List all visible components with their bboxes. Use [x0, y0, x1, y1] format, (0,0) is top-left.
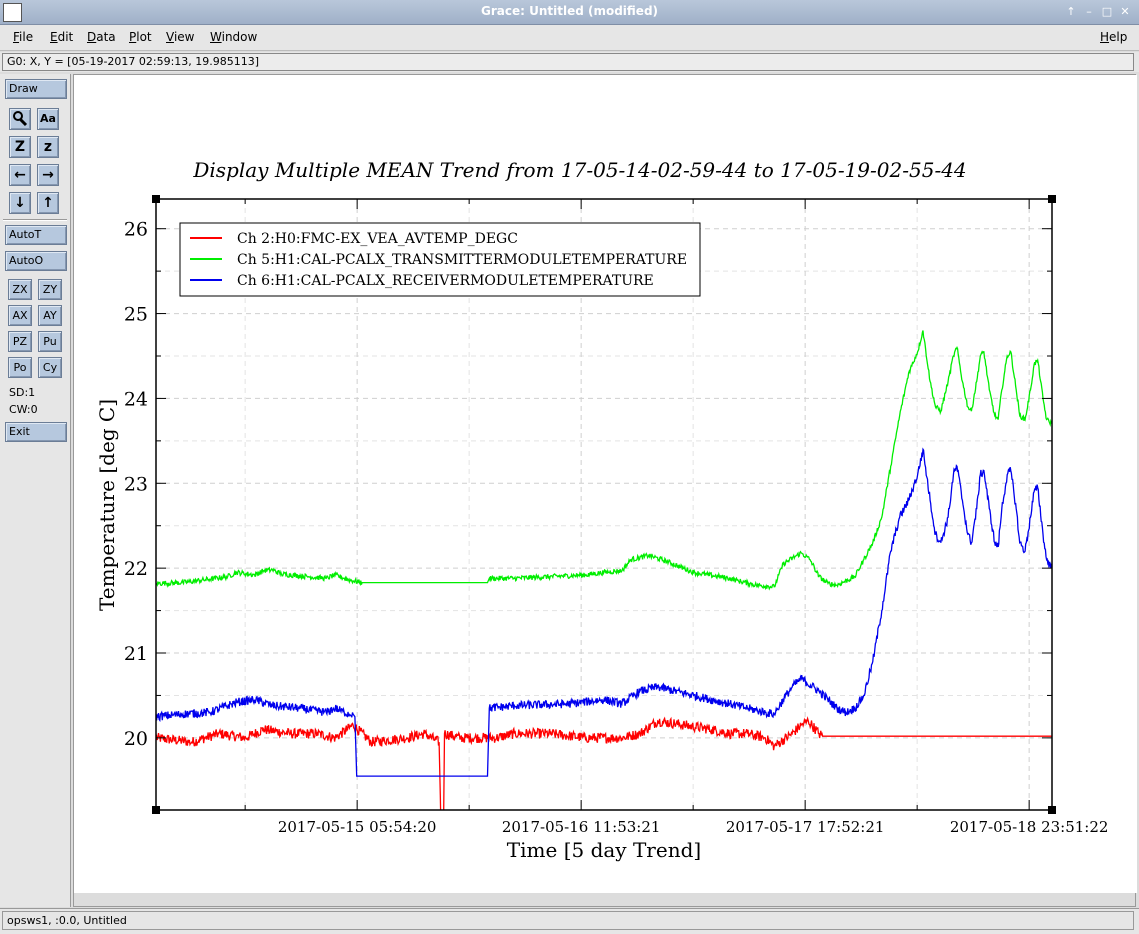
- zoom-magnifier-icon[interactable]: [9, 108, 31, 130]
- legend-entry: Ch 5:H1:CAL-PCALX_TRANSMITTERMODULETEMPE…: [237, 252, 687, 268]
- window-maximize-icon[interactable]: □: [1100, 4, 1114, 19]
- legend: Ch 2:H0:FMC-EX_VEA_AVTEMP_DEGC Ch 5:H1:CA…: [179, 222, 701, 297]
- y-axis-label: Temperature [deg C]: [95, 399, 119, 611]
- ax-button[interactable]: AX: [8, 305, 32, 326]
- locator-bar: G0: X, Y = [05-19-2017 02:59:13, 19.9851…: [0, 52, 1139, 72]
- magnifier-glyph: [13, 111, 28, 127]
- y-tick-label: 23: [124, 473, 148, 495]
- x-tick-label: 2017-05-17 17:52:21: [726, 818, 885, 836]
- x-tick-label: 2017-05-18 23:51:22: [950, 818, 1109, 836]
- y-tick-label: 25: [124, 304, 148, 326]
- scroll-left-icon[interactable]: ←: [9, 164, 31, 186]
- plot-page: [74, 75, 1137, 893]
- y-tick-label: 24: [124, 388, 148, 410]
- menu-label: indow: [221, 30, 258, 44]
- y-tick-label: 20: [124, 728, 148, 750]
- po-button[interactable]: Po: [8, 357, 32, 378]
- autoo-button[interactable]: AutoO: [5, 251, 67, 271]
- menu-label: dit: [57, 30, 74, 44]
- frame-handle[interactable]: [1048, 195, 1056, 203]
- menu-mnemonic: D: [87, 30, 97, 44]
- legend-entry: Ch 6:H1:CAL-PCALX_RECEIVERMODULETEMPERAT…: [237, 273, 654, 289]
- cw-readout: CW:0: [9, 403, 38, 416]
- zoom-x-icon[interactable]: Z: [9, 136, 31, 158]
- menu-bar: File Edit Data Plot View Window Help: [0, 25, 1139, 51]
- frame-handle[interactable]: [152, 806, 160, 814]
- ay-button[interactable]: AY: [38, 305, 62, 326]
- scroll-down-icon[interactable]: ↓: [9, 192, 31, 214]
- window-title: Grace: Untitled (modified): [480, 4, 659, 18]
- scroll-right-icon[interactable]: →: [37, 164, 59, 186]
- draw-button[interactable]: Draw: [5, 79, 67, 99]
- menu-view[interactable]: View: [166, 30, 194, 44]
- menu-help[interactable]: Help: [1100, 30, 1127, 44]
- zx-button[interactable]: ZX: [8, 279, 32, 300]
- legend-entry: Ch 2:H0:FMC-EX_VEA_AVTEMP_DEGC: [237, 231, 518, 247]
- menu-mnemonic: H: [1100, 30, 1110, 44]
- trend-chart[interactable]: 20 21 22 23 24 25 26 2017-05-15 05:54:20 2017-05…: [74, 75, 1137, 908]
- window-minimize-icon[interactable]: –: [1082, 4, 1096, 19]
- autot-button[interactable]: AutoT: [5, 225, 67, 245]
- zoom-y-icon[interactable]: z: [37, 136, 59, 158]
- frame-handle[interactable]: [1048, 806, 1056, 814]
- window-raise-icon[interactable]: ↑: [1064, 4, 1078, 19]
- menu-label: elp: [1109, 30, 1128, 44]
- menu-plot[interactable]: Plot: [129, 30, 152, 44]
- menu-file[interactable]: File: [13, 30, 33, 44]
- menu-mnemonic: W: [210, 30, 222, 44]
- x-axis-label: Time [5 day Trend]: [507, 838, 701, 862]
- menu-mnemonic: E: [50, 30, 58, 44]
- pz-button[interactable]: PZ: [8, 331, 32, 352]
- cy-button[interactable]: Cy: [38, 357, 62, 378]
- status-bar: opsws1, :0.0, Untitled: [0, 908, 1139, 934]
- status-text: opsws1, :0.0, Untitled: [2, 911, 1134, 930]
- panel-divider: [3, 219, 67, 221]
- menu-edit[interactable]: Edit: [50, 30, 73, 44]
- scroll-up-icon[interactable]: ↑: [37, 192, 59, 214]
- menu-label: iew: [173, 30, 195, 44]
- menu-data[interactable]: Data: [87, 30, 116, 44]
- y-tick-label: 22: [124, 558, 148, 580]
- menu-label: ile: [19, 30, 34, 44]
- zy-button[interactable]: ZY: [38, 279, 62, 300]
- sd-readout: SD:1: [9, 386, 36, 399]
- y-tick-label: 21: [124, 643, 148, 665]
- y-tick-label: 26: [124, 219, 148, 241]
- menu-window[interactable]: Window: [210, 30, 257, 44]
- frame-handle[interactable]: [152, 195, 160, 203]
- x-tick-label: 2017-05-16 11:53:21: [502, 818, 661, 836]
- exit-button[interactable]: Exit: [5, 422, 67, 442]
- canvas-area[interactable]: 20 21 22 23 24 25 26 2017-05-15 05:54:20 2017-05…: [73, 74, 1137, 908]
- locator-readout: G0: X, Y = [05-19-2017 02:59:13, 19.9851…: [2, 53, 1134, 71]
- pu-button[interactable]: Pu: [38, 331, 62, 352]
- window-close-icon[interactable]: ✕: [1118, 4, 1132, 19]
- window-titlebar[interactable]: Grace: Untitled (modified) ↑ – □ ✕: [0, 0, 1139, 25]
- chart-title: Display Multiple MEAN Trend from 17-05-1…: [192, 158, 966, 182]
- menu-label: lot: [136, 30, 152, 44]
- x-tick-label: 2017-05-15 05:54:20: [278, 818, 437, 836]
- text-label-icon[interactable]: Aa: [37, 108, 59, 130]
- menu-label: ata: [96, 30, 116, 44]
- tool-panel: Draw Aa Z z ← → ↓ ↑ AutoT AutoO ZX ZY AX…: [0, 74, 71, 907]
- menu-mnemonic: V: [166, 30, 174, 44]
